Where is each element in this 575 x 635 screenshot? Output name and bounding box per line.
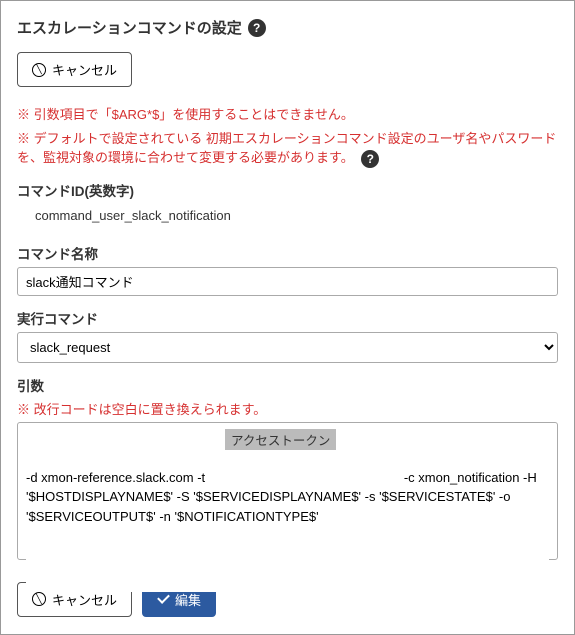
arguments-label: 引数 <box>17 375 558 395</box>
command-name-label: コマンド名称 <box>17 243 558 263</box>
help-icon[interactable]: ? <box>361 150 379 168</box>
help-icon[interactable]: ? <box>248 19 266 37</box>
arguments-textarea[interactable] <box>17 422 558 560</box>
page-title-text: エスカレーションコマンドの設定 <box>17 17 242 38</box>
cancel-button-label: キャンセル <box>52 60 117 79</box>
cancel-button-top[interactable]: ╲ キャンセル <box>17 52 132 87</box>
exec-command-select[interactable]: slack_request <box>17 332 558 363</box>
check-icon <box>157 595 169 603</box>
warning-text-2: ※ デフォルトで設定されている 初期エスカレーションコマンド設定のユーザ名やパス… <box>17 129 558 168</box>
arguments-note: ※ 改行コードは空白に置き換えられます。 <box>17 399 558 418</box>
command-id-label: コマンドID(英数字) <box>17 180 558 200</box>
arguments-textarea-content[interactable] <box>26 468 549 592</box>
command-name-input[interactable] <box>17 267 558 296</box>
exec-command-label: 実行コマンド <box>17 308 558 328</box>
cancel-icon: ╲ <box>32 63 46 77</box>
page-title: エスカレーションコマンドの設定 ? <box>17 17 558 38</box>
warning-text-1: ※ 引数項目で「$ARG*$」を使用することはできません。 <box>17 105 558 125</box>
command-id-value: command_user_slack_notification <box>17 204 558 231</box>
